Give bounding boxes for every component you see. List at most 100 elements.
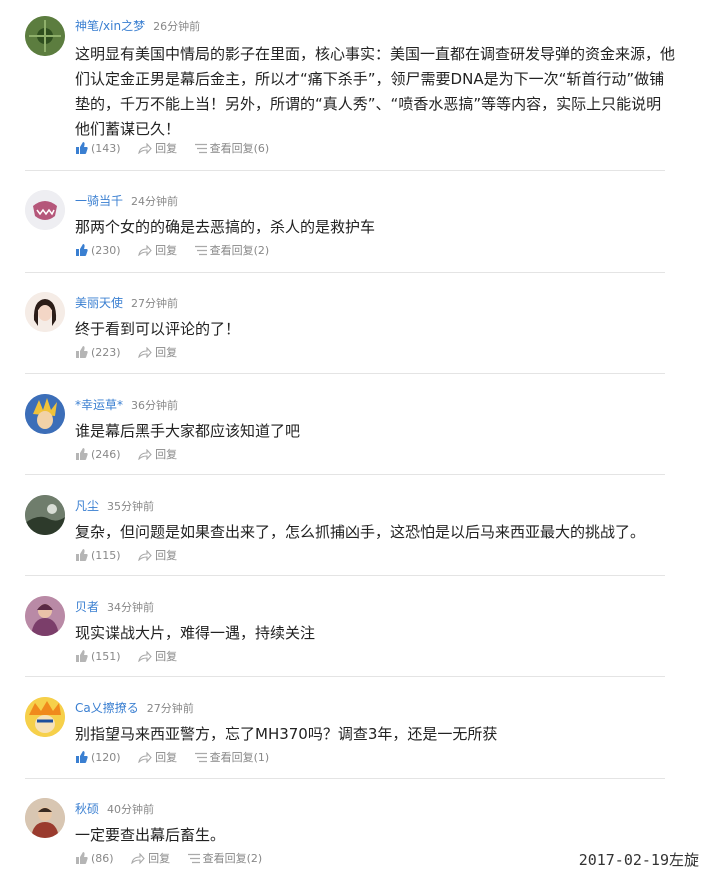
view-replies-button[interactable]: 查看回复(2) [194,242,270,258]
like-count: (120) [91,750,121,764]
timestamp: 34分钟前 [107,601,155,614]
timestamp: 26分钟前 [153,20,201,33]
username[interactable]: 神笔/xin之梦 26分钟前 [75,17,200,34]
list-icon [194,143,207,154]
reply-button[interactable]: 回复 [138,446,177,462]
username[interactable]: Ca乂擦撩る 27分钟前 [75,699,194,716]
like-count: (115) [91,548,121,562]
reply-button[interactable]: 回复 [138,344,177,360]
like-count: (223) [91,345,121,359]
thumbs-up-icon [76,649,88,662]
reply-arrow-icon [131,852,145,865]
timestamp: 27分钟前 [146,702,194,715]
like-button[interactable]: (223) [75,345,121,359]
comment-text: 一定要查出幕后畜生。 [75,826,226,844]
avatar[interactable] [25,394,65,434]
avatar[interactable] [25,495,65,535]
list-icon [187,853,200,864]
reply-button[interactable]: 回复 [138,648,177,664]
reply-arrow-icon [138,142,152,155]
comment-actions: (86) 回复 查看回复(2) [75,850,276,866]
reply-arrow-icon [138,650,152,663]
thumbs-up-icon [76,851,88,864]
comment-actions: (230) 回复 查看回复(2) [75,242,283,258]
comment-text: 那两个女的的确是去恶搞的，杀人的是救护车 [75,218,376,236]
thumbs-up-icon [76,750,88,763]
divider [25,474,665,475]
reply-button[interactable]: 回复 [138,547,177,563]
thumbs-up-icon [76,345,88,358]
like-button[interactable]: (115) [75,548,121,562]
reply-button[interactable]: 回复 [138,140,177,156]
reply-label: 回复 [155,751,178,764]
list-icon [194,752,207,763]
avatar[interactable] [25,697,65,737]
reply-arrow-icon [138,244,152,257]
username[interactable]: 贝者 34分钟前 [75,598,154,615]
view-replies-label: 查看回复(2) [209,244,270,257]
like-count: (230) [91,243,121,257]
view-replies-button[interactable]: 查看回复(2) [187,850,263,866]
view-replies-label: 查看回复(6) [209,142,270,155]
reply-arrow-icon [138,448,152,461]
reply-arrow-icon [138,751,152,764]
username[interactable]: 美丽天使 27分钟前 [75,294,178,311]
timestamp: 35分钟前 [107,500,155,513]
avatar[interactable] [25,596,65,636]
reply-button[interactable]: 回复 [138,749,177,765]
reply-button[interactable]: 回复 [138,242,177,258]
timestamp: 40分钟前 [107,803,155,816]
avatar[interactable] [25,798,65,838]
thumbs-up-icon [76,243,88,256]
like-button[interactable]: (120) [75,750,121,764]
view-replies-label: 查看回复(2) [202,852,263,865]
like-count: (246) [91,447,121,461]
avatar[interactable] [25,16,65,56]
watermark-date: 2017-02-19左旋 [578,851,699,869]
like-count: (151) [91,649,121,663]
reply-label: 回复 [155,448,178,461]
comment-actions: (151) 回复 [75,648,191,664]
thumbs-up-icon [76,141,88,154]
comment-actions: (223) 回复 [75,344,191,360]
thumbs-up-icon [76,447,88,460]
divider [25,676,665,677]
reply-label: 回复 [148,852,171,865]
like-button[interactable]: (86) [75,851,114,865]
comment-text: 谁是幕后黑手大家都应该知道了吧 [75,422,301,440]
reply-label: 回复 [155,549,178,562]
reply-button[interactable]: 回复 [131,850,170,866]
view-replies-label: 查看回复(1) [209,751,270,764]
divider [25,272,665,273]
view-replies-button[interactable]: 查看回复(6) [194,140,270,156]
list-icon [194,245,207,256]
comment-text: 别指望马来西亚警方，忘了MH370吗？调查3年，还是一无所获 [75,725,498,743]
comment-text: 复杂，但问题是如果查出来了，怎么抓捕凶手，这恐怕是以后马来西亚最大的挑战了。 [75,523,646,541]
comment-text: 终于看到可以评论的了！ [75,320,241,338]
like-button[interactable]: (230) [75,243,121,257]
username[interactable]: 一骑当千 24分钟前 [75,192,178,209]
username[interactable]: 凡尘 35分钟前 [75,497,154,514]
comment-text: 这明显有美国中情局的影子在里面，核心事实：美国一直都在调查研发导弹的资金来源，他… [75,45,676,138]
divider [25,575,665,576]
divider [25,170,665,171]
username[interactable]: *幸运草* 36分钟前 [75,396,178,413]
comment-text: 现实谍战大片，难得一遇，持续关注 [75,624,316,642]
comment-actions: (246) 回复 [75,446,191,462]
timestamp: 27分钟前 [131,297,179,310]
reply-label: 回复 [155,650,178,663]
avatar[interactable] [25,190,65,230]
like-count: (143) [91,141,121,155]
avatar[interactable] [25,292,65,332]
comment-actions: (120) 回复 查看回复(1) [75,749,283,765]
comment-actions: (115) 回复 [75,547,191,563]
reply-label: 回复 [155,346,178,359]
like-button[interactable]: (246) [75,447,121,461]
timestamp: 36分钟前 [131,399,179,412]
view-replies-button[interactable]: 查看回复(1) [194,749,270,765]
like-button[interactable]: (143) [75,141,121,155]
username[interactable]: 秋硕 40分钟前 [75,800,154,817]
reply-arrow-icon [138,346,152,359]
divider [25,778,665,779]
like-button[interactable]: (151) [75,649,121,663]
